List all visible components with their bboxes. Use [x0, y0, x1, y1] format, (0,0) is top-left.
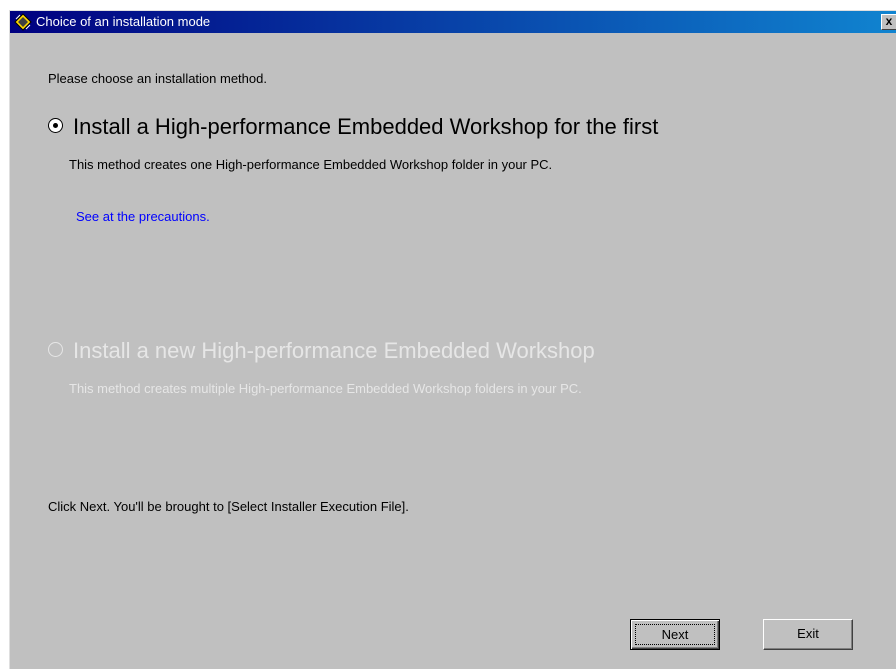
exit-button[interactable]: Exit [763, 619, 853, 650]
radio-unselected-icon [48, 341, 63, 357]
installer-chip-icon [14, 13, 32, 31]
footer-note: Click Next. You'll be brought to [Select… [48, 499, 409, 514]
option-new-install-description: This method creates multiple High-perfor… [69, 381, 582, 396]
option-new-install: Install a new High-performance Embedded … [48, 338, 595, 364]
installer-dialog: Choice of an installation mode x Please … [9, 10, 896, 669]
option-first-install-label[interactable]: Install a High-performance Embedded Work… [73, 114, 658, 139]
precautions-link[interactable]: See at the precautions. [76, 209, 210, 224]
intro-text: Please choose an installation method. [48, 71, 267, 86]
option-first-install-description: This method creates one High-performance… [69, 157, 553, 172]
next-button-label[interactable]: Next [635, 624, 715, 645]
option-new-install-label: Install a new High-performance Embedded … [73, 338, 595, 363]
next-button[interactable]: Next [630, 619, 720, 650]
radio-selected-icon[interactable] [48, 117, 63, 133]
window-title: Choice of an installation mode [36, 14, 211, 29]
close-button[interactable]: x [881, 14, 896, 30]
title-bar[interactable]: Choice of an installation mode x [10, 11, 896, 33]
option-first-install[interactable]: Install a High-performance Embedded Work… [48, 114, 658, 140]
